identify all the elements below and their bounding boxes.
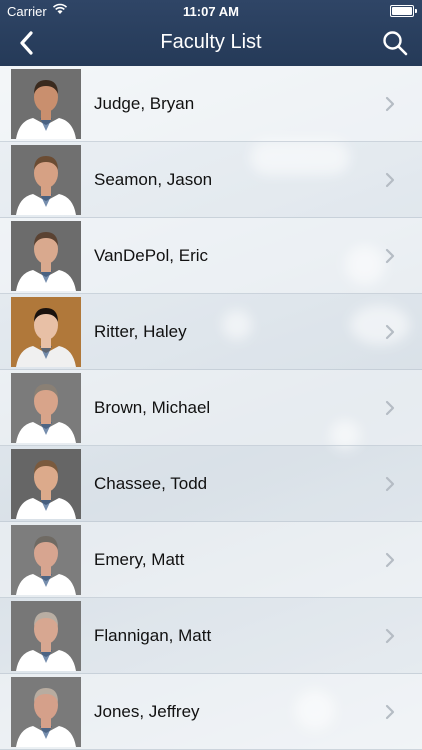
page-title: Faculty List <box>160 31 262 53</box>
faculty-name: Flannigan, Matt <box>94 625 212 645</box>
faculty-name: Jones, Jeffrey <box>94 701 200 721</box>
faculty-name: Brown, Michael <box>94 397 211 417</box>
faculty-photo <box>11 524 81 595</box>
faculty-list: Judge, Bryan Seamon, Jason VanDePol, Eric R… <box>0 66 422 750</box>
faculty-name: Emery, Matt <box>94 549 185 569</box>
top-bar: Carrier 11:07 AM Faculty List <box>0 0 422 66</box>
faculty-row[interactable]: Emery, Matt <box>0 522 422 598</box>
chevron-right-icon <box>385 172 395 187</box>
faculty-photo <box>11 372 81 443</box>
faculty-photo <box>11 144 81 215</box>
status-bar: Carrier 11:07 AM <box>0 0 422 22</box>
chevron-right-icon <box>385 704 395 719</box>
faculty-row[interactable]: Chassee, Todd <box>0 446 422 522</box>
faculty-row[interactable]: Seamon, Jason <box>0 142 422 218</box>
faculty-row[interactable]: Jones, Jeffrey <box>0 674 422 750</box>
faculty-name: VanDePol, Eric <box>94 245 209 265</box>
chevron-right-icon <box>385 248 395 263</box>
faculty-photo <box>11 68 81 139</box>
chevron-right-icon <box>385 400 395 415</box>
chevron-right-icon <box>385 628 395 643</box>
faculty-row[interactable]: Ritter, Haley <box>0 294 422 370</box>
chevron-right-icon <box>385 552 395 567</box>
chevron-right-icon <box>385 476 395 491</box>
faculty-row[interactable]: Flannigan, Matt <box>0 598 422 674</box>
faculty-name: Ritter, Haley <box>94 321 187 341</box>
faculty-name: Judge, Bryan <box>94 93 195 113</box>
faculty-row[interactable]: Brown, Michael <box>0 370 422 446</box>
faculty-row[interactable]: Judge, Bryan <box>0 66 422 142</box>
faculty-name: Chassee, Todd <box>94 473 208 493</box>
search-icon[interactable] <box>380 28 410 58</box>
chevron-right-icon <box>385 324 395 339</box>
faculty-photo <box>11 676 81 747</box>
faculty-photo <box>11 296 81 367</box>
faculty-name: Seamon, Jason <box>94 169 213 189</box>
faculty-photo <box>11 600 81 671</box>
navigation-bar: Faculty List <box>0 22 422 66</box>
faculty-row[interactable]: VanDePol, Eric <box>0 218 422 294</box>
status-time: 11:07 AM <box>183 4 239 19</box>
faculty-photo <box>11 448 81 519</box>
battery-icon <box>390 5 417 17</box>
faculty-photo <box>11 220 81 291</box>
chevron-right-icon <box>385 96 395 111</box>
